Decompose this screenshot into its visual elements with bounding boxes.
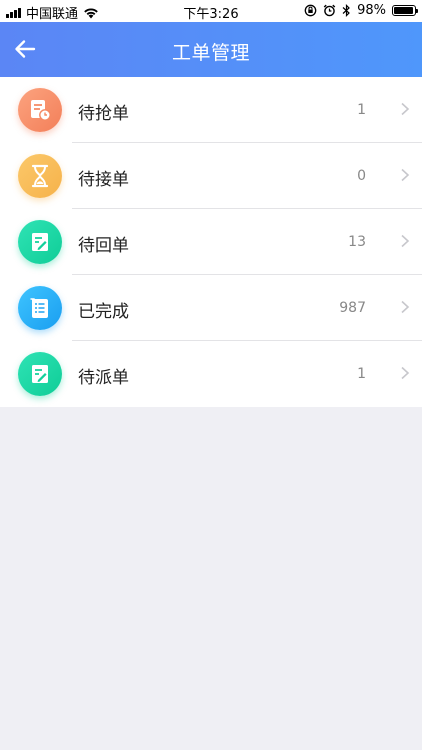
chevron-right-icon [401,102,410,116]
item-label: 待回单 [78,236,129,256]
item-count: 987 [339,300,366,316]
item-label: 已完成 [78,302,129,322]
status-icon-circle [18,286,62,330]
document-list-icon [30,298,48,318]
item-label: 待抢单 [78,104,129,124]
item-label: 待接单 [78,170,129,190]
status-right: 98% [304,3,418,18]
item-count: 0 [357,168,366,184]
document-edit-icon [32,365,48,383]
item-count: 1 [357,102,366,118]
chevron-right-icon [401,234,410,248]
document-clock-icon [31,100,51,121]
item-label: 待派单 [78,368,129,388]
nav-bar: 工单管理 [0,22,422,77]
battery-percent: 98% [357,3,386,18]
status-icon-circle [18,352,62,396]
status-icon-circle [18,220,62,264]
status-icon-circle [18,88,62,132]
page-title: 工单管理 [171,42,250,64]
list-item-pending-reply[interactable]: 待回单 13 [0,209,422,275]
status-icon-circle [18,154,62,198]
list-item-completed[interactable]: 已完成 987 [0,275,422,341]
bluetooth-icon [342,4,350,17]
alarm-icon [323,4,336,17]
document-edit-icon [32,233,48,251]
list-item-pending-grab[interactable]: 待抢单 1 [0,77,422,143]
battery-icon [392,5,418,16]
rotation-lock-icon [304,4,317,17]
chevron-right-icon [401,366,410,380]
hourglass-icon [31,164,49,188]
order-status-list: 待抢单 1 待接单 0 待回单 13 已完成 987 待派单 1 [0,77,422,407]
chevron-right-icon [401,300,410,314]
status-bar: 中国联通 下午3:26 98% [0,0,422,22]
item-count: 1 [357,366,366,382]
item-count: 13 [348,234,366,250]
chevron-right-icon [401,168,410,182]
list-item-pending-dispatch[interactable]: 待派单 1 [0,341,422,407]
list-item-pending-accept[interactable]: 待接单 0 [0,143,422,209]
